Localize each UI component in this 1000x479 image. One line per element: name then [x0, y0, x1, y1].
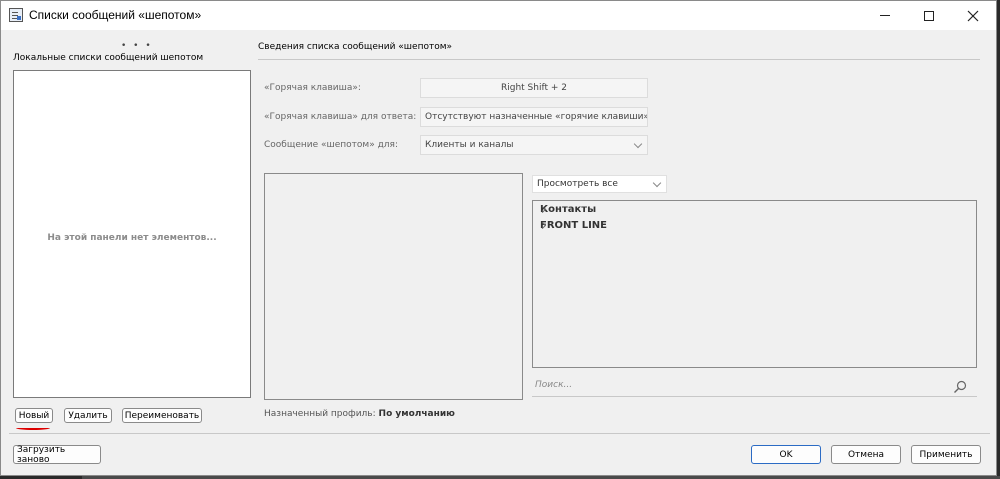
view-filter-value: Просмотреть все — [537, 179, 618, 189]
local-lists-panel[interactable]: На этой панели нет элементов... — [13, 70, 251, 398]
hotkey-field[interactable]: Right Shift + 2 — [420, 78, 648, 98]
ok-button[interactable]: OK — [751, 445, 821, 464]
search-bar — [532, 378, 977, 397]
minimize-button[interactable] — [862, 1, 908, 30]
empty-list-message: На этой панели нет элементов... — [47, 233, 217, 243]
reply-hotkey-label: «Горячая клавиша» для ответа: — [264, 112, 417, 122]
assigned-profile: Назначенный профиль: По умолчанию — [264, 409, 455, 419]
new-list-button[interactable]: Новый — [15, 408, 53, 423]
search-input[interactable] — [535, 380, 935, 390]
assigned-profile-value: По умолчанию — [378, 409, 455, 419]
view-filter-select[interactable]: Просмотреть все — [532, 175, 667, 193]
whisper-targets-list[interactable] — [264, 173, 523, 400]
whisper-for-value: Клиенты и каналы — [425, 140, 514, 150]
minimize-icon — [880, 15, 890, 16]
title-bar: Списки сообщений «шепотом» — [1, 1, 996, 30]
window-title: Списки сообщений «шепотом» — [29, 8, 202, 22]
assigned-profile-label: Назначенный профиль: — [264, 409, 376, 419]
whisper-lists-dialog: Списки сообщений «шепотом» • • • Локальн… — [0, 0, 997, 476]
red-annotation-underline — [16, 426, 50, 430]
apply-button[interactable]: Применить — [911, 445, 981, 464]
local-lists-label: Локальные списки сообщений шепотом — [13, 53, 204, 63]
chevron-down-icon — [633, 139, 643, 149]
whisper-for-label: Сообщение «шепотом» для: — [264, 140, 398, 150]
reload-button[interactable]: Загрузить заново — [13, 445, 101, 465]
maximize-icon — [924, 10, 934, 21]
details-section-title: Сведения списка сообщений «шепотом» — [258, 42, 453, 52]
panel-resize-grip[interactable]: • • • — [121, 41, 153, 51]
maximize-button[interactable] — [906, 1, 952, 30]
hotkey-label: «Горячая клавиша»: — [264, 83, 361, 93]
close-icon — [967, 10, 979, 21]
contacts-tree[interactable]: Контакты FRONT LINE — [532, 200, 977, 368]
footer-divider — [9, 433, 990, 434]
tree-item-label: Контакты — [540, 204, 597, 215]
whisper-list-app-icon — [9, 8, 23, 22]
delete-list-button[interactable]: Удалить — [64, 408, 112, 423]
reply-hotkey-field[interactable]: Отсутствуют назначенные «горячие клавиши… — [420, 107, 648, 127]
cancel-button[interactable]: Отмена — [831, 445, 901, 464]
rename-list-button[interactable]: Переименовать — [122, 408, 202, 423]
chevron-down-icon — [652, 178, 662, 188]
tree-item-front-line[interactable]: FRONT LINE — [538, 220, 607, 231]
close-button[interactable] — [950, 1, 996, 30]
tree-item-contacts[interactable]: Контакты — [538, 204, 597, 215]
search-icon[interactable] — [953, 380, 967, 394]
tree-item-label: FRONT LINE — [540, 220, 607, 231]
whisper-for-select[interactable]: Клиенты и каналы — [420, 135, 648, 155]
details-divider — [258, 59, 980, 60]
